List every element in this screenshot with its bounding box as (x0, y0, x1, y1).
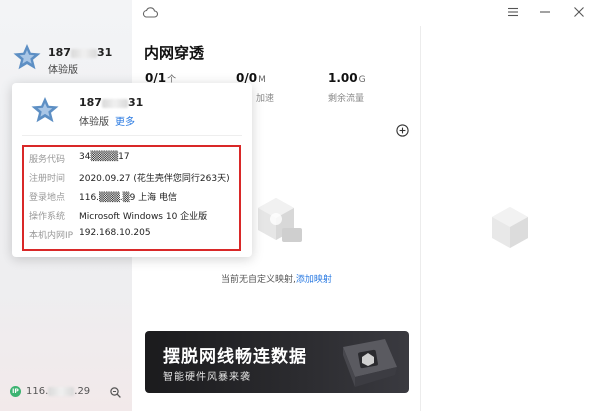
menu-icon[interactable] (504, 4, 522, 20)
empty-state-text: 当前无自定义映射,添加映射 (221, 275, 332, 285)
stat-traffic: 1.00G (328, 71, 366, 85)
sidebar-version: 体验版 (48, 65, 78, 76)
banner-title: 摆脱网线畅连数据 (163, 347, 307, 367)
sidebar-username[interactable]: 187 31 (48, 46, 112, 59)
page-title: 内网穿透 (144, 44, 205, 62)
info-row-login-location: 登录地点 116.▒▒▒.▒9 上海 电信 (29, 193, 178, 203)
banner-subtitle: 智能硬件风暴来袭 (163, 372, 251, 383)
add-mapping-link[interactable]: 添加映射 (296, 275, 332, 285)
sidebar-ip: IP 116. .29 (10, 386, 90, 397)
title-bar (132, 0, 600, 26)
panel-divider (420, 26, 421, 411)
stat-bandwidth-label: 加速 (256, 94, 275, 104)
stat-traffic-label: 剩余流量 (328, 94, 365, 104)
star-avatar-icon[interactable] (12, 42, 42, 72)
cloud-logo-icon (142, 7, 158, 18)
ip-status-icon: IP (10, 386, 21, 397)
empty-preview-icon (492, 207, 528, 248)
promo-banner[interactable]: 摆脱网线畅连数据 智能硬件风暴来袭 (145, 331, 409, 393)
more-link[interactable]: 更多 (115, 117, 135, 128)
minimize-icon[interactable] (536, 4, 554, 20)
info-row-local-ip: 本机内网IP 192.168.10.205 (29, 228, 151, 241)
info-row-os: 操作系统 Microsoft Windows 10 企业版 (29, 212, 208, 222)
empty-box-icon (258, 198, 302, 242)
zoom-icon[interactable] (110, 387, 121, 398)
close-icon[interactable] (570, 4, 588, 20)
info-row-service-code: 服务代码 34▒▒▒▒17 (29, 152, 130, 165)
popup-username: 187 31 (79, 96, 144, 109)
profile-popup: 187 31 体验版 更多 服务代码 34▒▒▒▒17 注册时间 2020.09.27 … (12, 83, 252, 257)
add-mapping-icon[interactable] (396, 124, 409, 137)
star-avatar-icon (31, 97, 59, 123)
popup-version: 体验版 更多 (79, 117, 135, 128)
hardware-device-icon (343, 339, 397, 387)
popup-divider (22, 135, 242, 136)
info-row-register-time: 注册时间 2020.09.27 (花生壳伴您同行263天) (29, 174, 230, 184)
